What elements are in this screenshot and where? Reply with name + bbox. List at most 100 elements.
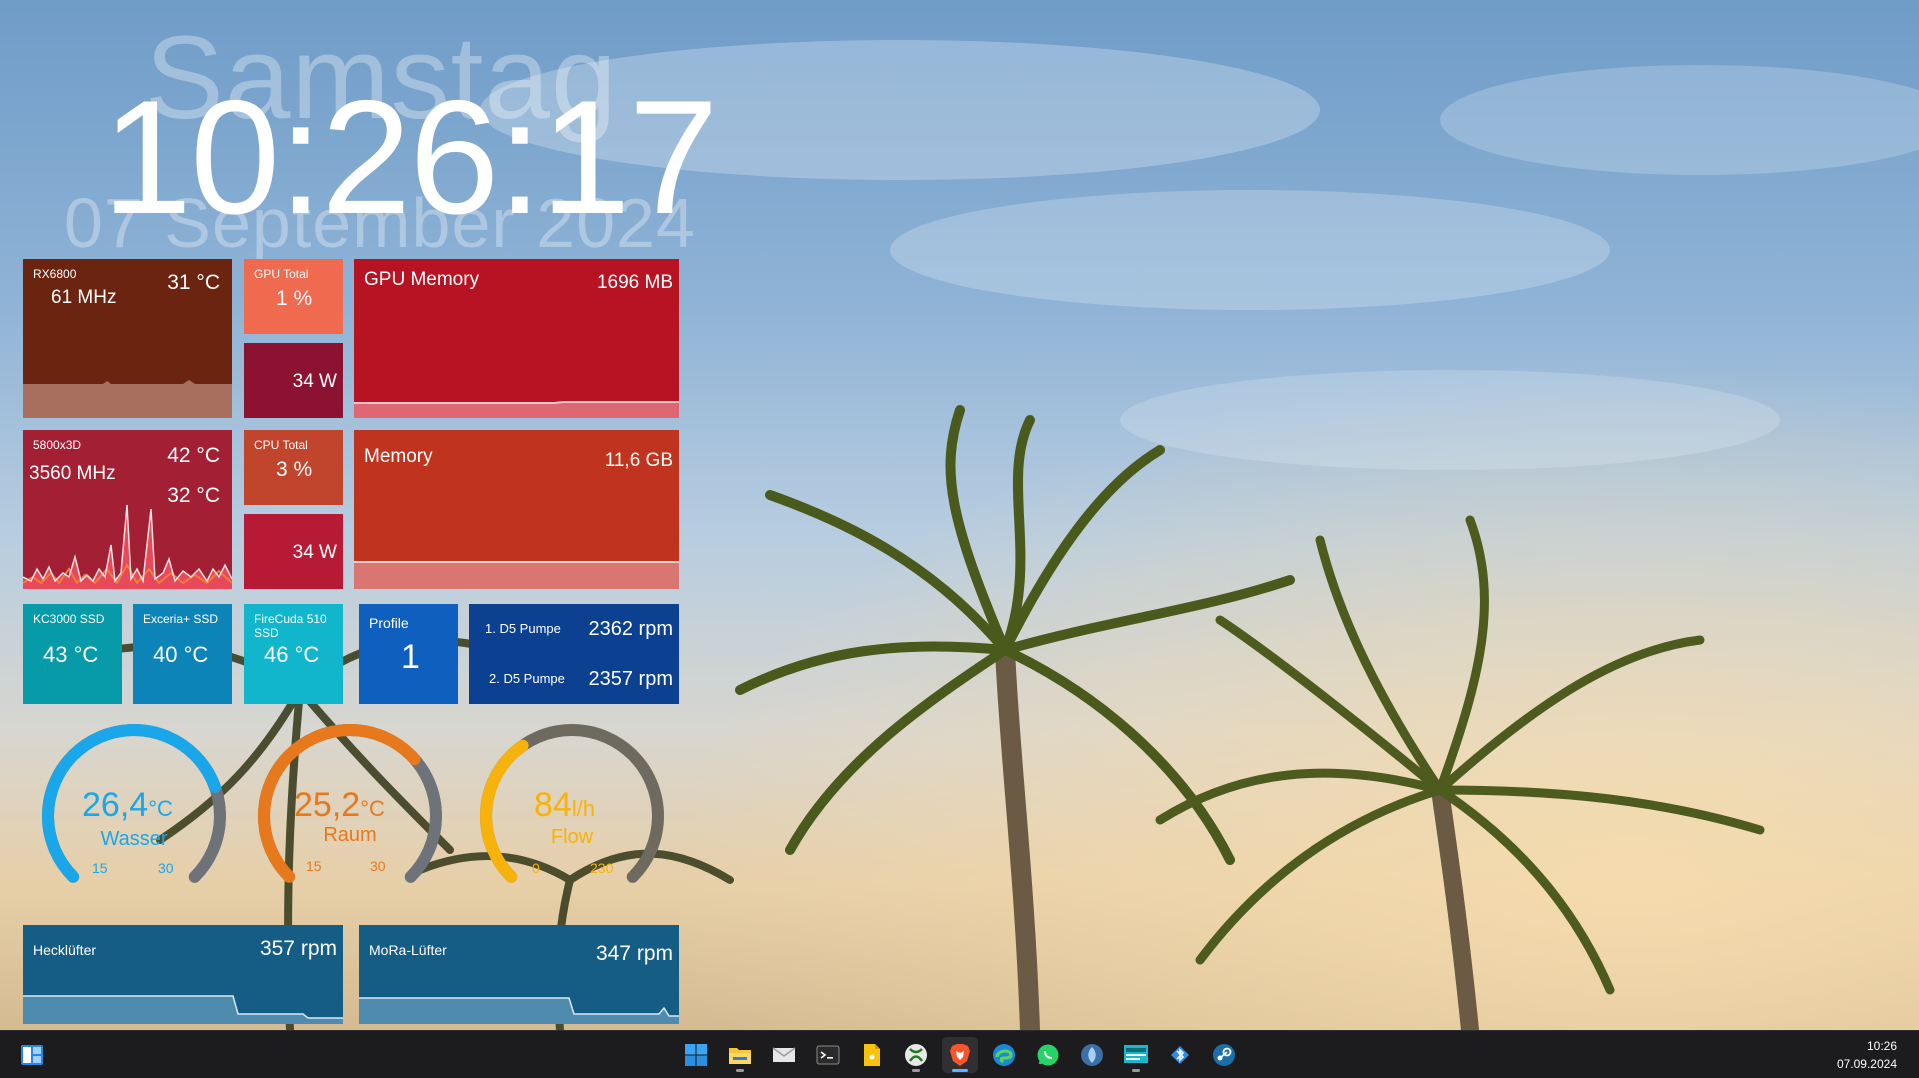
file-explorer-button[interactable]: [722, 1037, 758, 1073]
rear-fan-tile: Hecklüfter 357 rpm: [23, 925, 343, 1024]
brave-browser-button[interactable]: [942, 1037, 978, 1073]
monitor-app-icon: [1124, 1045, 1148, 1063]
running-indicator: [912, 1069, 920, 1072]
pump-1-label: 1. D5 Pumpe: [485, 621, 561, 636]
gauge-min: 15: [92, 860, 108, 876]
gpu-total-value: 1 %: [276, 287, 313, 310]
notes-button[interactable]: [854, 1037, 890, 1073]
memory-value: 11,6 GB: [604, 450, 673, 471]
pump-2-label: 2. D5 Pumpe: [489, 671, 565, 686]
ssd-name: Exceria+ SSD: [143, 612, 219, 626]
edge-browser-icon: [993, 1044, 1015, 1066]
steam-button[interactable]: [1206, 1037, 1242, 1073]
profile-value: 1: [401, 638, 420, 676]
gauge-unit: °C: [360, 796, 385, 821]
mail-button[interactable]: [766, 1037, 802, 1073]
profile-label: Profile: [369, 615, 409, 631]
running-indicator: [736, 1069, 744, 1072]
terminal-icon: [816, 1045, 840, 1065]
bluetooth-app-button[interactable]: [1162, 1037, 1198, 1073]
gpu-clock-graph: [23, 380, 232, 418]
notes-icon: [864, 1044, 880, 1066]
edge-browser-button[interactable]: [986, 1037, 1022, 1073]
rear-fan-graph: [23, 995, 343, 1024]
taskbar: 10:26 07.09.2024: [0, 1030, 1919, 1078]
cpu-name: 5800x3D: [33, 438, 82, 452]
tray-clock-date[interactable]: 07.09.2024: [1837, 1057, 1897, 1071]
ssd-temp: 43 °C: [43, 642, 99, 667]
pump-2-value: 2357 rpm: [588, 668, 674, 690]
gauge-label: Flow: [550, 826, 594, 848]
gpu-memory-label: GPU Memory: [364, 269, 480, 290]
ssd-tile-exceria: Exceria+ SSD 40 °C: [133, 604, 232, 704]
gauge-unit: l/h: [571, 796, 596, 821]
gpu-memory-value: 1696 MB: [596, 272, 673, 293]
gauge-label: Raum: [323, 824, 377, 846]
memory-label: Memory: [364, 446, 433, 467]
mora-fan-label: MoRa-Lüfter: [369, 942, 447, 958]
tray-clock-time[interactable]: 10:26: [1867, 1039, 1897, 1053]
mora-fan-graph: [359, 997, 679, 1024]
ssd-temp: 46 °C: [264, 642, 320, 667]
gauge-min: 0: [532, 860, 540, 876]
brave-browser-icon: [950, 1044, 970, 1066]
gauge-unit: °C: [148, 796, 173, 821]
ssd-tile-kc3000: KC3000 SSD 43 °C: [23, 604, 122, 704]
pumps-tile: 1. D5 Pumpe 2362 rpm 2. D5 Pumpe 2357 rp…: [469, 604, 679, 704]
ssd-temp: 40 °C: [153, 642, 209, 667]
gpu-total-label: GPU Total: [254, 267, 309, 281]
whatsapp-button[interactable]: [1030, 1037, 1066, 1073]
gpu-name: RX6800: [33, 267, 77, 281]
xbox-icon: [905, 1044, 927, 1066]
cpu-total-label: CPU Total: [254, 438, 308, 452]
clock-date: 07 September 2024: [64, 184, 696, 262]
widgets-button[interactable]: [14, 1037, 50, 1073]
gauge-max: 30: [158, 860, 174, 876]
ssd-name: FireCuda 510 SSD: [254, 612, 327, 640]
memory-graph: [354, 561, 679, 589]
gpu-power-tile: 34 W: [244, 343, 343, 418]
gpu-total-tile: GPU Total 1 %: [244, 259, 343, 334]
rear-fan-label: Hecklüfter: [33, 942, 97, 958]
flow-gauge: 84l/h Flow 0 230: [472, 716, 672, 916]
gpu-clock: 61 MHz: [51, 287, 117, 308]
cpu-power-value: 34 W: [292, 542, 337, 563]
rear-fan-value: 357 rpm: [259, 937, 337, 960]
gauge-min: 15: [306, 858, 322, 874]
cpu-total-tile: CPU Total 3 %: [244, 430, 343, 505]
gpu-memory-graph: [354, 401, 679, 418]
profile-tile: Profile 1: [359, 604, 458, 704]
mora-fan-tile: MoRa-Lüfter 347 rpm: [359, 925, 679, 1024]
gauge-label: Wasser: [100, 828, 168, 850]
mora-fan-value: 347 rpm: [595, 942, 673, 965]
terminal-button[interactable]: [810, 1037, 846, 1073]
whatsapp-icon: [1037, 1044, 1059, 1066]
ssd-name: KC3000 SSD: [33, 612, 105, 626]
gpu-tile: RX6800 31 °C 61 MHz: [23, 259, 232, 418]
pump-1-value: 2362 rpm: [588, 618, 674, 640]
cpu-power-tile: 34 W: [244, 514, 343, 589]
gpu-memory-tile: GPU Memory 1696 MB: [354, 259, 679, 418]
running-indicator: [1132, 1069, 1140, 1072]
monitor-app-button[interactable]: [1118, 1037, 1154, 1073]
cpu-load-graph: [23, 504, 232, 589]
gauge-value: 25,2: [294, 786, 361, 824]
file-explorer-icon: [729, 1048, 751, 1064]
ssd-tile-firecuda: FireCuda 510 SSD 46 °C: [244, 604, 343, 704]
steam-icon: [1213, 1044, 1235, 1066]
active-indicator: [952, 1069, 968, 1072]
room-temp-gauge: 25,2°C Raum 15 30: [250, 716, 450, 916]
cpu-temp-1: 42 °C: [167, 444, 220, 467]
gauge-max: 230: [590, 860, 614, 876]
gauge-max: 30: [370, 858, 386, 874]
windows-start-icon: [685, 1044, 707, 1066]
water-temp-gauge: 26,4°C Wasser 15 30: [34, 716, 234, 916]
start-button[interactable]: [678, 1037, 714, 1073]
hwinfo-button[interactable]: [1074, 1037, 1110, 1073]
gauge-value: 84: [534, 786, 572, 824]
gpu-power-value: 34 W: [292, 371, 337, 392]
gauge-value: 26,4: [82, 786, 149, 824]
gpu-temp: 31 °C: [167, 271, 220, 294]
memory-tile: Memory 11,6 GB: [354, 430, 679, 589]
xbox-button[interactable]: [898, 1037, 934, 1073]
